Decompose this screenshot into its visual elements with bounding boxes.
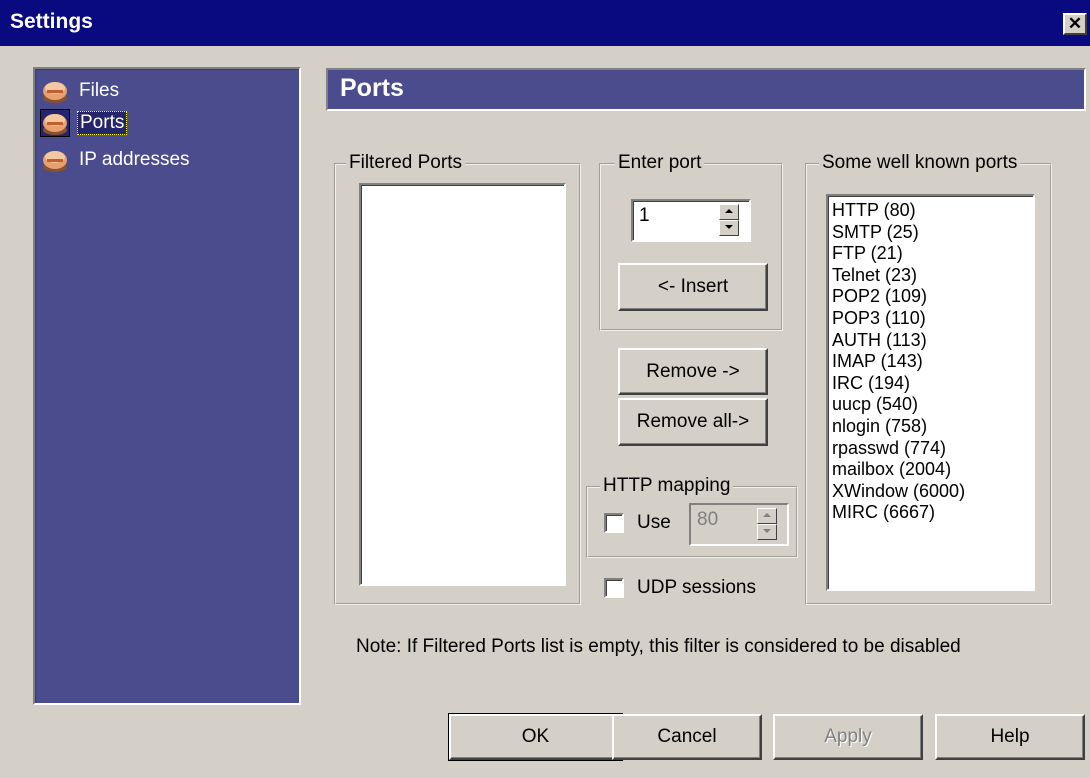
remove-all-button[interactable]: Remove all->: [618, 398, 768, 446]
http-use-label: Use: [637, 512, 671, 533]
port-input[interactable]: 1: [631, 199, 751, 242]
package-icon: [40, 109, 70, 137]
list-item[interactable]: AUTH (113): [828, 330, 1033, 352]
cancel-button[interactable]: Cancel: [612, 714, 762, 760]
spin-down-button[interactable]: [719, 220, 739, 236]
filtered-ports-list[interactable]: [359, 183, 566, 586]
arrow-up-icon: [763, 513, 771, 517]
arrow-down-icon: [763, 529, 771, 533]
list-item[interactable]: XWindow (6000): [828, 481, 1033, 503]
insert-button[interactable]: <- Insert: [618, 263, 768, 311]
sidebar-item-ports[interactable]: Ports: [40, 109, 128, 137]
http-port-value: 80: [697, 509, 719, 530]
sidebar: Files Ports IP addresses: [33, 67, 301, 705]
list-item[interactable]: POP2 (109): [828, 286, 1033, 308]
title-bar: Settings ✕: [0, 0, 1090, 46]
page-header: Ports: [326, 68, 1086, 111]
spin-up-button[interactable]: [719, 204, 739, 220]
page-title: Ports: [340, 74, 404, 102]
list-item[interactable]: IRC (194): [828, 373, 1033, 395]
arrow-up-icon: [725, 209, 733, 213]
close-button[interactable]: ✕: [1063, 13, 1087, 35]
sidebar-item-files[interactable]: Files: [41, 77, 121, 105]
window-title: Settings: [10, 10, 93, 33]
list-item[interactable]: nlogin (758): [828, 416, 1033, 438]
sidebar-item-label: IP addresses: [79, 149, 190, 170]
help-button[interactable]: Help: [935, 714, 1085, 760]
http-use-checkbox[interactable]: [604, 513, 624, 533]
list-item[interactable]: uucp (540): [828, 394, 1033, 416]
list-item[interactable]: Telnet (23): [828, 265, 1033, 287]
spin-down-button[interactable]: [757, 524, 777, 540]
package-icon: [43, 82, 67, 103]
package-icon: [43, 151, 67, 172]
sidebar-item-label: Ports: [77, 111, 128, 135]
udp-sessions-checkbox[interactable]: [604, 578, 624, 598]
list-item[interactable]: mailbox (2004): [828, 459, 1033, 481]
close-icon: ✕: [1067, 14, 1083, 33]
list-item[interactable]: SMTP (25): [828, 222, 1033, 244]
arrow-down-icon: [725, 225, 733, 229]
list-item[interactable]: IMAP (143): [828, 351, 1033, 373]
spin-up-button[interactable]: [757, 508, 777, 524]
list-item[interactable]: HTTP (80): [828, 200, 1033, 222]
well-known-ports-list[interactable]: HTTP (80) SMTP (25) FTP (21) Telnet (23)…: [826, 194, 1035, 591]
enter-port-label: Enter port: [615, 152, 705, 174]
list-item[interactable]: POP3 (110): [828, 308, 1033, 330]
list-item[interactable]: MIRC (6667): [828, 502, 1033, 524]
filtered-ports-label: Filtered Ports: [346, 152, 465, 174]
note-text: Note: If Filtered Ports list is empty, t…: [356, 636, 961, 657]
http-mapping-label: HTTP mapping: [600, 475, 734, 497]
sidebar-item-ip-addresses[interactable]: IP addresses: [41, 146, 192, 174]
sidebar-item-label: Files: [79, 80, 120, 101]
list-item[interactable]: FTP (21): [828, 243, 1033, 265]
port-input-value: 1: [639, 205, 650, 226]
http-port-input[interactable]: 80: [689, 503, 789, 546]
well-known-ports-label: Some well known ports: [819, 152, 1021, 174]
ok-button[interactable]: OK: [448, 713, 623, 761]
udp-sessions-label: UDP sessions: [637, 577, 756, 598]
remove-button[interactable]: Remove ->: [618, 348, 768, 395]
apply-button[interactable]: Apply: [773, 714, 923, 760]
list-item[interactable]: rpasswd (774): [828, 438, 1033, 460]
